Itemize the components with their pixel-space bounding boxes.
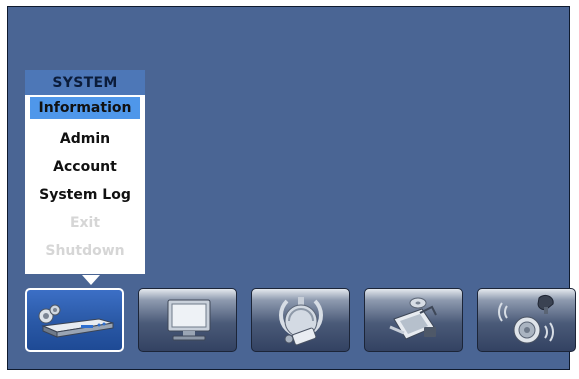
tab-record[interactable]	[364, 288, 463, 352]
menu-item-admin[interactable]: Admin	[30, 125, 140, 153]
menu-items: Information Admin Account System Log Exi…	[25, 95, 145, 265]
tab-display[interactable]	[138, 288, 237, 352]
tab-camera[interactable]	[251, 288, 350, 352]
menu-item-shutdown: Shutdown	[45, 243, 125, 259]
menu-header: SYSTEM	[25, 70, 145, 95]
menu-item-account[interactable]: Account	[30, 153, 140, 181]
menu-pointer	[82, 275, 100, 285]
monitor-icon	[158, 296, 218, 344]
camera-icon	[271, 293, 331, 347]
menu-item-system-log[interactable]: System Log	[30, 181, 140, 209]
menu-item-information[interactable]: Information	[30, 97, 140, 119]
dvr-system-icon	[33, 300, 117, 340]
tab-alarm[interactable]	[477, 288, 576, 352]
dvr-screen: SYSTEM Information Admin Account System …	[7, 6, 576, 370]
disk-recording-icon	[384, 293, 444, 347]
alarm-audio-icon	[495, 292, 559, 348]
system-menu: SYSTEM Information Admin Account System …	[25, 70, 145, 274]
menu-item-exit: Exit	[69, 215, 101, 231]
tab-system[interactable]	[25, 288, 124, 352]
